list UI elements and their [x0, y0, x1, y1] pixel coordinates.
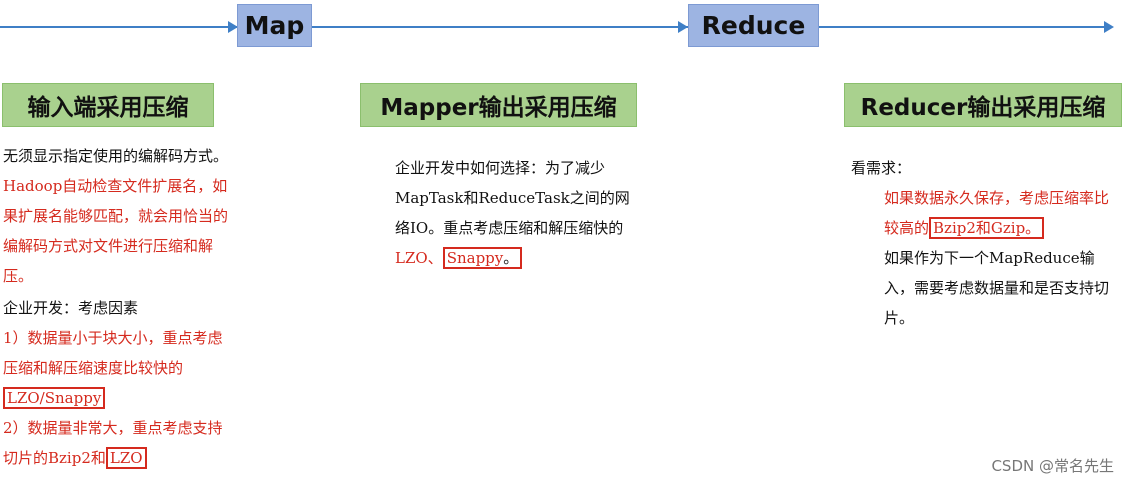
flow-arrowhead-3 — [1104, 21, 1114, 33]
input-heading-text: 输入端采用压缩 — [27, 95, 189, 121]
reducer-line2: 如果作为下一个MapReduce输入，需要考虑数据量和是否支持切片。 — [884, 249, 1110, 327]
watermark: CSDN @常名先生 — [991, 457, 1114, 475]
input-item2-boxed: LZO — [105, 447, 147, 469]
mapper-heading-text: Mapper输出采用压缩 — [380, 95, 617, 121]
mapper-heading: Mapper输出采用压缩 — [360, 83, 637, 127]
reduce-stage-box: Reduce — [688, 4, 819, 47]
input-heading: 输入端采用压缩 — [2, 83, 214, 127]
mapper-para-text: 企业开发中如何选择：为了减少MapTask和ReduceTask之间的网络IO。… — [395, 159, 630, 237]
mapper-para-boxed-text: Snappy — [446, 249, 504, 267]
input-para1: 无须显示指定使用的编解码方式。 Hadoop自动检查文件扩展名，如果扩展名能够匹配… — [3, 141, 228, 291]
flow-line-middle — [312, 26, 688, 28]
flow-line-left — [0, 26, 237, 28]
reduce-stage-label: Reduce — [701, 11, 806, 40]
input-para1-black: 无须显示指定使用的编解码方式。 — [3, 147, 229, 165]
reducer-line1-boxed: Bzip2和Gzip。 — [929, 217, 1045, 239]
flow-arrowhead-2 — [678, 21, 688, 33]
reducer-intro: 看需求： — [851, 159, 912, 177]
mapper-para-end: 。 — [503, 249, 519, 267]
reducer-heading: Reducer输出采用压缩 — [844, 83, 1122, 127]
reducer-description: 看需求： 如果数据永久保存，考虑压缩率比较高的 Bzip2和Gzip。 如果作为下… — [851, 153, 1113, 333]
input-item1-boxed: LZO/Snappy — [3, 387, 106, 409]
input-para2-title: 企业开发：考虑因素 — [3, 299, 139, 317]
mapper-para-boxed: Snappy。 — [442, 247, 523, 269]
input-item1-text: 1）数据量小于块大小，重点考虑压缩和解压缩速度比较快的 — [3, 329, 223, 377]
flow-line-right — [819, 26, 1107, 28]
reducer-line1: 如果数据永久保存，考虑压缩率比较高的 Bzip2和Gzip。 — [851, 183, 1113, 243]
mapper-para: 企业开发中如何选择：为了减少MapTask和ReduceTask之间的网络IO。… — [362, 153, 630, 273]
input-item1: 1）数据量小于块大小，重点考虑压缩和解压缩速度比较快的 LZO/Snappy — [3, 323, 228, 413]
mapper-para-red: LZO、 — [395, 249, 443, 267]
reducer-line1-end: 。 — [1025, 219, 1041, 237]
map-stage-box: Map — [237, 4, 312, 47]
input-description: 无须显示指定使用的编解码方式。 Hadoop自动检查文件扩展名，如果扩展名能够匹配… — [3, 141, 228, 473]
input-item2: 2）数据量非常大，重点考虑支持切片的Bzip2和 LZO — [3, 413, 228, 473]
reducer-line1-boxed-text: Bzip2和Gzip — [933, 219, 1026, 237]
input-para1-red: Hadoop自动检查文件扩展名，如果扩展名能够匹配，就会用恰当的编解码方式对文件… — [3, 177, 229, 285]
reducer-heading-text: Reducer输出采用压缩 — [860, 95, 1106, 121]
mapper-description: 企业开发中如何选择：为了减少MapTask和ReduceTask之间的网络IO。… — [362, 153, 630, 273]
map-stage-label: Map — [244, 11, 305, 40]
